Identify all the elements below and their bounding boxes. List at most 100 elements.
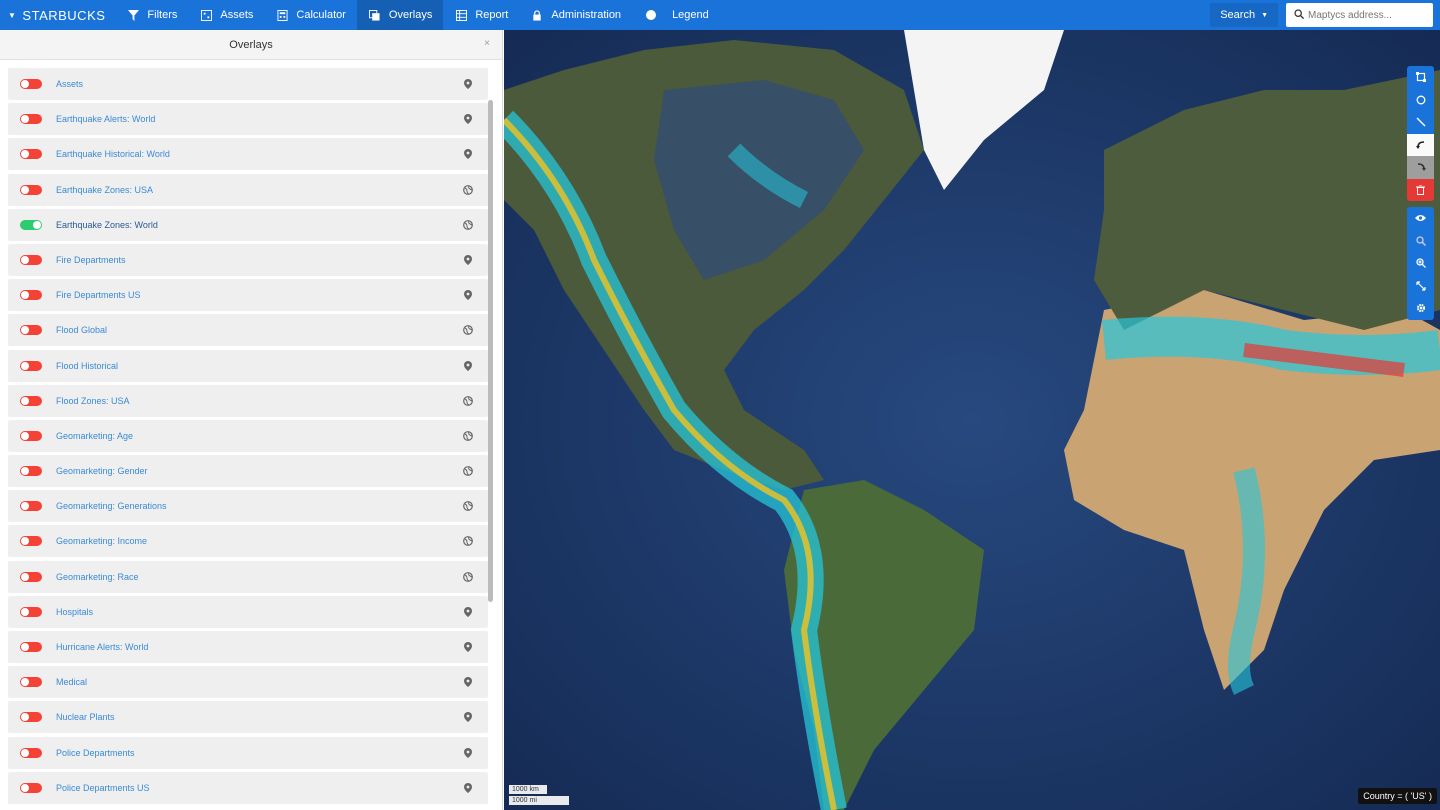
overlay-toggle[interactable] [20, 571, 42, 582]
overlay-toggle[interactable] [20, 325, 42, 336]
overlay-toggle[interactable] [20, 782, 42, 793]
overlay-row[interactable]: Medical [8, 666, 488, 699]
visibility-icon[interactable] [1407, 207, 1434, 230]
search-dropdown-button[interactable]: Search ▼ [1210, 3, 1278, 27]
zoom-out-icon[interactable] [1407, 230, 1434, 253]
overlay-row[interactable]: Earthquake Alerts: World [8, 103, 488, 136]
overlay-label[interactable]: Hurricane Alerts: World [56, 642, 148, 652]
globe-icon[interactable] [462, 324, 474, 336]
overlay-label[interactable]: Nuclear Plants [56, 712, 115, 722]
draw-circle-icon[interactable] [1407, 89, 1434, 112]
overlay-row[interactable]: Flood Global [8, 314, 488, 347]
overlay-label[interactable]: Fire Departments US [56, 290, 141, 300]
overlay-toggle[interactable] [20, 254, 42, 265]
nav-administration[interactable]: Administration [519, 0, 632, 30]
overlay-row[interactable]: Police Departments US [8, 771, 488, 804]
panel-scrollbar[interactable] [488, 100, 493, 602]
pin-icon[interactable] [462, 641, 474, 653]
globe-icon[interactable] [462, 465, 474, 477]
overlay-toggle[interactable] [20, 466, 42, 477]
pin-icon[interactable] [462, 148, 474, 160]
overlay-row[interactable]: Nuclear Plants [8, 701, 488, 734]
zoom-in-icon[interactable] [1407, 252, 1434, 275]
overlay-row[interactable]: Earthquake Zones: USA [8, 173, 488, 206]
redo-icon[interactable] [1407, 156, 1434, 179]
overlay-toggle[interactable] [20, 184, 42, 195]
overlay-row[interactable]: Geomarketing: Age [8, 419, 488, 452]
overlay-label[interactable]: Geomarketing: Age [56, 431, 133, 441]
settings-icon[interactable] [1407, 297, 1434, 320]
overlay-toggle[interactable] [20, 395, 42, 406]
overlay-toggle[interactable] [20, 501, 42, 512]
nav-report[interactable]: Report [443, 0, 519, 30]
overlay-label[interactable]: Geomarketing: Race [56, 572, 139, 582]
overlay-row[interactable]: Flood Historical [8, 349, 488, 382]
overlay-toggle[interactable] [20, 219, 42, 230]
nav-overlays[interactable]: Overlays [356, 0, 444, 30]
overlay-toggle[interactable] [20, 149, 42, 160]
pin-icon[interactable] [462, 782, 474, 794]
overlay-row[interactable]: Hospitals [8, 595, 488, 628]
globe-icon[interactable] [462, 430, 474, 442]
fullscreen-icon[interactable] [1407, 275, 1434, 298]
overlay-row[interactable]: Geomarketing: Income [8, 525, 488, 558]
overlay-row[interactable]: Assets [8, 68, 488, 100]
overlay-toggle[interactable] [20, 290, 42, 301]
overlay-label[interactable]: Police Departments [56, 748, 135, 758]
overlay-label[interactable]: Medical [56, 677, 87, 687]
overlay-label[interactable]: Geomarketing: Income [56, 536, 147, 546]
overlay-label[interactable]: Assets [56, 79, 83, 89]
close-icon[interactable]: × [484, 38, 490, 49]
overlay-label[interactable]: Geomarketing: Gender [56, 466, 148, 476]
overlay-toggle[interactable] [20, 114, 42, 125]
address-search-input[interactable] [1308, 9, 1428, 21]
globe-icon[interactable] [462, 500, 474, 512]
overlay-label[interactable]: Police Departments US [56, 783, 150, 793]
overlay-row[interactable]: Earthquake Historical: World [8, 138, 488, 171]
globe-icon[interactable] [462, 571, 474, 583]
overlay-toggle[interactable] [20, 430, 42, 441]
legend-toggle[interactable]: Legend [632, 0, 721, 30]
map-view[interactable]: 1000 km 1000 mi Country = ( 'US' ) [504, 30, 1440, 810]
pin-icon[interactable] [462, 78, 474, 90]
overlay-label[interactable]: Flood Historical [56, 361, 118, 371]
pin-icon[interactable] [462, 289, 474, 301]
pin-icon[interactable] [462, 606, 474, 618]
pin-icon[interactable] [462, 747, 474, 759]
trash-icon[interactable] [1407, 178, 1434, 201]
overlay-toggle[interactable] [20, 747, 42, 758]
pin-icon[interactable] [462, 254, 474, 266]
overlay-row[interactable]: Police Departments [8, 736, 488, 769]
globe-icon[interactable] [462, 395, 474, 407]
pin-icon[interactable] [462, 113, 474, 125]
overlay-label[interactable]: Flood Zones: USA [56, 396, 130, 406]
overlay-label[interactable]: Earthquake Zones: World [56, 220, 158, 230]
overlay-toggle[interactable] [20, 606, 42, 617]
overlay-toggle[interactable] [20, 642, 42, 652]
overlay-toggle[interactable] [20, 536, 42, 547]
overlay-toggle[interactable] [20, 360, 42, 371]
globe-icon[interactable] [462, 535, 474, 547]
globe-icon[interactable] [462, 184, 474, 196]
overlay-label[interactable]: Geomarketing: Generations [56, 501, 167, 511]
overlay-label[interactable]: Earthquake Historical: World [56, 149, 170, 159]
overlay-label[interactable]: Fire Departments [56, 255, 126, 265]
overlay-row[interactable]: Fire Departments US [8, 279, 488, 312]
nav-assets[interactable]: Assets [188, 0, 264, 30]
overlay-row[interactable]: Geomarketing: Race [8, 560, 488, 593]
overlay-toggle[interactable] [20, 677, 42, 688]
overlay-label[interactable]: Flood Global [56, 325, 107, 335]
brand-menu[interactable]: ▼ STARBUCKS [0, 0, 115, 30]
undo-icon[interactable] [1407, 133, 1434, 156]
overlay-label[interactable]: Hospitals [56, 607, 93, 617]
draw-rectangle-icon[interactable] [1407, 66, 1434, 89]
overlay-row[interactable]: Earthquake Zones: World [8, 208, 488, 241]
overlay-label[interactable]: Earthquake Alerts: World [56, 114, 155, 124]
nav-calculator[interactable]: Calculator [264, 0, 357, 30]
overlay-toggle[interactable] [20, 79, 42, 89]
overlay-label[interactable]: Earthquake Zones: USA [56, 185, 153, 195]
overlay-row[interactable]: Fire Departments [8, 243, 488, 276]
nav-filters[interactable]: Filters [115, 0, 188, 30]
overlay-row[interactable]: Geomarketing: Generations [8, 490, 488, 523]
globe-icon[interactable] [462, 219, 474, 231]
